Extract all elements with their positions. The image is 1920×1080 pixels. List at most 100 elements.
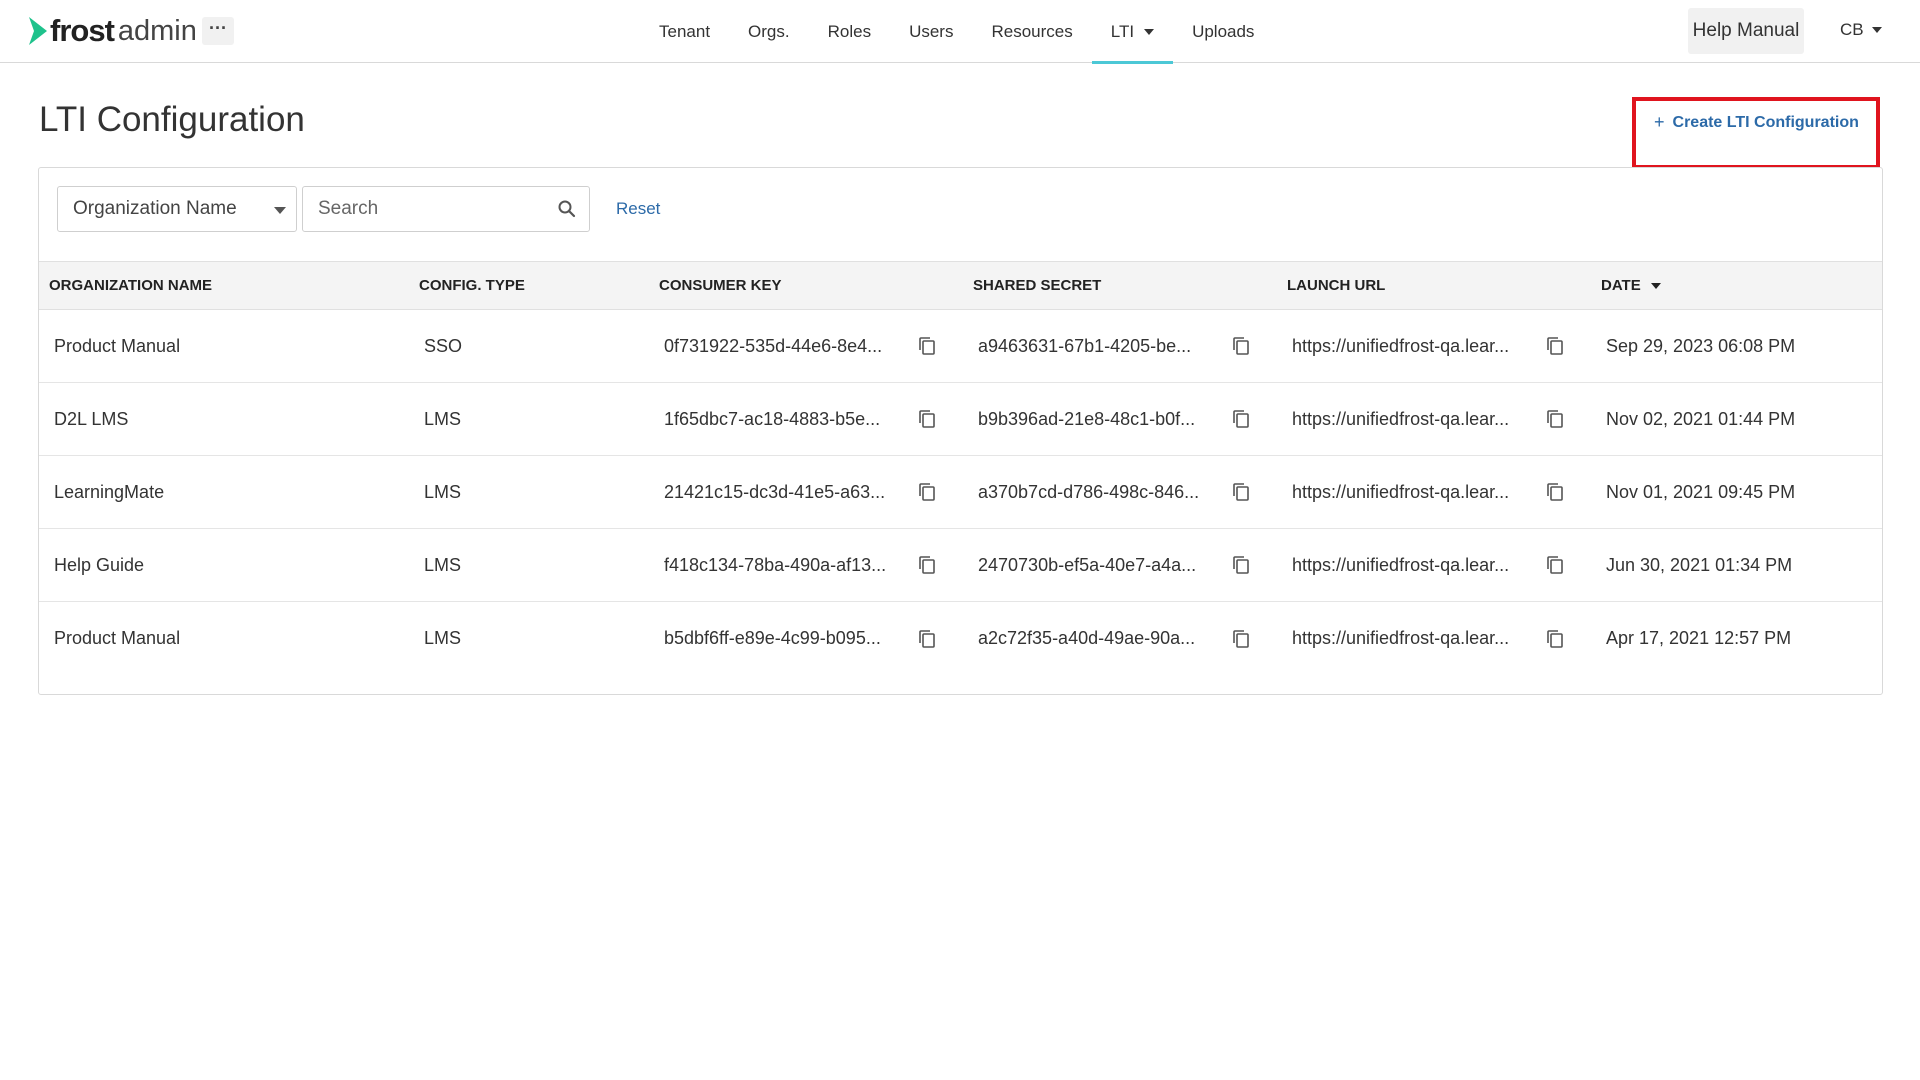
cell-shared-secret: b9b396ad-21e8-48c1-b0f... — [963, 408, 1277, 430]
cell-config-type: LMS — [409, 628, 649, 649]
table-row[interactable]: Help Guide LMS f418c134-78ba-490a-af13... 2… — [39, 529, 1882, 602]
organization-name-text: LearningMate — [54, 481, 165, 502]
copy-icon[interactable] — [916, 554, 938, 576]
main-nav: Tenant Orgs. Roles Users Resources LTI U… — [640, 0, 1273, 64]
column-header-shared-secret[interactable]: SHARED SECRET — [963, 277, 1277, 294]
copy-icon[interactable] — [1544, 335, 1566, 357]
column-header-date-label: DATE — [1601, 277, 1641, 294]
column-header-consumer-key[interactable]: CONSUMER KEY — [649, 277, 963, 294]
nav-item-orgs[interactable]: Orgs. — [729, 0, 809, 63]
cell-date: Jun 30, 2021 01:34 PM — [1591, 555, 1871, 576]
page-title: LTI Configuration — [39, 100, 305, 139]
nav-item-uploads[interactable]: Uploads — [1173, 0, 1273, 63]
shared-secret-text: a2c72f35-a40d-49ae-90a... — [978, 628, 1196, 648]
copy-icon[interactable] — [916, 481, 938, 503]
select-value: Organization Name — [73, 198, 237, 219]
nav-item-label: Roles — [827, 21, 872, 41]
config-type-text: LMS — [424, 408, 462, 429]
nav-item-roles[interactable]: Roles — [809, 0, 890, 63]
cell-date: Nov 02, 2021 01:44 PM — [1591, 409, 1871, 430]
sort-caret-down-icon — [1650, 282, 1661, 289]
create-lti-configuration-button[interactable]: + Create LTI Configuration — [1654, 112, 1859, 133]
column-header-organization-name[interactable]: ORGANIZATION NAME — [39, 277, 409, 294]
lti-config-card: Organization Name Reset ORGANIZATION NAM… — [38, 167, 1883, 695]
table-body: Product Manual SSO 0f731922-535d-44e6-8e4.… — [39, 310, 1882, 675]
table-row[interactable]: D2L LMS LMS 1f65dbc7-ac18-4883-b5e... b9b39… — [39, 383, 1882, 456]
launch-url-text: https://unifiedfrost-qa.lear... — [1292, 335, 1510, 356]
cell-organization-name: Product Manual — [39, 336, 409, 357]
nav-item-tenant[interactable]: Tenant — [640, 0, 729, 63]
date-text: Nov 02, 2021 01:44 PM — [1606, 408, 1796, 429]
chevron-logo-icon — [29, 17, 47, 45]
config-type-text: SSO — [424, 335, 463, 356]
cell-launch-url: https://unifiedfrost-qa.lear... — [1277, 408, 1591, 430]
app-logo[interactable]: frost admin — [27, 13, 197, 48]
search-input[interactable] — [303, 187, 543, 231]
nav-item-users[interactable]: Users — [890, 0, 972, 63]
cell-launch-url: https://unifiedfrost-qa.lear... — [1277, 628, 1591, 650]
column-header-date[interactable]: DATE — [1591, 277, 1871, 294]
copy-icon[interactable] — [1544, 554, 1566, 576]
nav-item-label: Tenant — [659, 21, 711, 41]
organization-name-text: Help Guide — [54, 554, 145, 575]
launch-url-text: https://unifiedfrost-qa.lear... — [1292, 554, 1510, 575]
column-header-config-type[interactable]: CONFIG. TYPE — [409, 277, 649, 294]
consumer-key-text: 1f65dbc7-ac18-4883-b5e... — [664, 408, 881, 429]
caret-down-icon — [274, 207, 286, 214]
help-manual-button[interactable]: Help Manual — [1688, 8, 1804, 54]
cell-consumer-key: 0f731922-535d-44e6-8e4... — [649, 335, 963, 357]
filter-bar: Organization Name Reset — [57, 186, 660, 232]
copy-icon[interactable] — [1230, 554, 1252, 576]
nav-item-lti[interactable]: LTI — [1091, 0, 1174, 64]
shared-secret-text: a9463631-67b1-4205-be... — [978, 335, 1192, 356]
cell-date: Nov 01, 2021 09:45 PM — [1591, 482, 1871, 503]
copy-icon[interactable] — [1544, 628, 1566, 650]
nav-item-label: Uploads — [1192, 21, 1255, 41]
launch-url-text: https://unifiedfrost-qa.lear... — [1292, 408, 1510, 429]
nav-item-label: Orgs. — [748, 21, 790, 41]
table-row[interactable]: Product Manual SSO 0f731922-535d-44e6-8e4.… — [39, 310, 1882, 383]
plus-icon: + — [1654, 112, 1665, 132]
cell-date: Sep 29, 2023 06:08 PM — [1591, 336, 1871, 357]
organization-name-text: Product Manual — [54, 628, 181, 648]
cell-organization-name: Product Manual — [39, 628, 409, 649]
table-row[interactable]: LearningMate LMS 21421c15-dc3d-41e5-a63...… — [39, 456, 1882, 529]
search-icon[interactable] — [557, 199, 577, 219]
user-initials: CB — [1840, 20, 1864, 39]
organization-filter-select[interactable]: Organization Name — [57, 186, 297, 232]
copy-icon[interactable] — [1230, 481, 1252, 503]
user-menu[interactable]: CB — [1840, 20, 1882, 40]
lti-config-table: ORGANIZATION NAME CONFIG. TYPE CONSUMER … — [39, 261, 1882, 675]
cell-shared-secret: a370b7cd-d786-498c-846... — [963, 481, 1277, 503]
brand-name-light: admin — [117, 14, 197, 47]
cell-launch-url: https://unifiedfrost-qa.lear... — [1277, 481, 1591, 503]
copy-icon[interactable] — [1544, 408, 1566, 430]
nav-item-resources[interactable]: Resources — [972, 0, 1091, 63]
more-options-button[interactable]: ··· — [202, 17, 234, 45]
shared-secret-text: a370b7cd-d786-498c-846... — [978, 481, 1200, 502]
copy-icon[interactable] — [1230, 335, 1252, 357]
date-text: Sep 29, 2023 06:08 PM — [1606, 335, 1796, 356]
organization-name-text: Product Manual — [54, 335, 181, 356]
config-type-text: LMS — [424, 554, 462, 575]
consumer-key-text: 21421c15-dc3d-41e5-a63... — [664, 481, 886, 502]
search-box — [302, 186, 590, 232]
launch-url-text: https://unifiedfrost-qa.lear... — [1292, 481, 1510, 502]
nav-item-label: LTI — [1110, 21, 1135, 41]
column-header-launch-url[interactable]: LAUNCH URL — [1277, 277, 1591, 294]
cell-date: Apr 17, 2021 12:57 PM — [1591, 628, 1871, 649]
organization-name-text: D2L LMS — [54, 408, 129, 429]
cell-launch-url: https://unifiedfrost-qa.lear... — [1277, 335, 1591, 357]
cell-organization-name: LearningMate — [39, 482, 409, 503]
cell-config-type: LMS — [409, 482, 649, 503]
copy-icon[interactable] — [1230, 408, 1252, 430]
copy-icon[interactable] — [916, 628, 938, 650]
copy-icon[interactable] — [1544, 481, 1566, 503]
reset-link[interactable]: Reset — [616, 199, 660, 219]
table-row[interactable]: Product Manual LMS b5dbf6ff-e89e-4c99-b095… — [39, 602, 1882, 675]
cell-shared-secret: a2c72f35-a40d-49ae-90a... — [963, 628, 1277, 650]
copy-icon[interactable] — [1230, 628, 1252, 650]
copy-icon[interactable] — [916, 408, 938, 430]
copy-icon[interactable] — [916, 335, 938, 357]
config-type-text: LMS — [424, 481, 462, 502]
